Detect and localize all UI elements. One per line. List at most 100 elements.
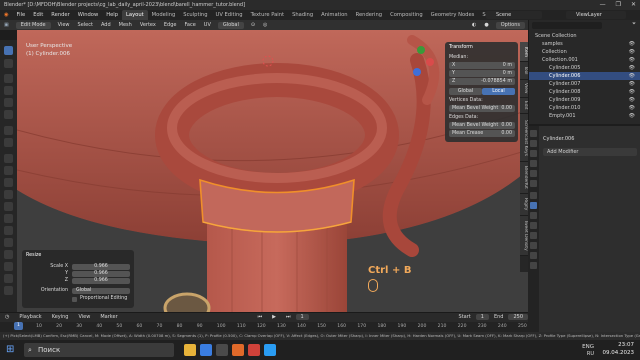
workspace-tab-animation[interactable]: Animation	[317, 10, 351, 20]
extrude-tool-icon[interactable]	[4, 154, 13, 163]
outliner-item[interactable]: Cylinder.007 👁	[529, 80, 640, 88]
visibility-eye-icon[interactable]: 👁	[629, 64, 638, 72]
play-icon[interactable]: ▶	[267, 314, 281, 320]
scale-tool-icon[interactable]	[4, 98, 13, 107]
menu-uv[interactable]: UV	[200, 22, 215, 28]
annotate-tool-icon[interactable]	[4, 126, 13, 135]
local-toggle[interactable]: Local	[482, 88, 515, 95]
start-frame-field[interactable]: 1	[475, 313, 489, 320]
playhead[interactable]: 1	[14, 322, 23, 330]
outliner-item[interactable]: Cylinder.009 👁	[529, 96, 640, 104]
constraints-properties-icon[interactable]	[530, 232, 537, 239]
rotate-tool-icon[interactable]	[4, 86, 13, 95]
visibility-eye-icon[interactable]: 👁	[629, 88, 638, 96]
proportional-editing-checkbox[interactable]	[72, 297, 77, 302]
select-box-tool-icon[interactable]	[4, 46, 13, 55]
render-properties-icon[interactable]	[530, 140, 537, 147]
visibility-eye-icon[interactable]: 👁	[629, 112, 638, 120]
proportional-icon[interactable]: ◎	[259, 22, 271, 28]
mean-crease-field[interactable]: Mean Crease 0.00	[449, 130, 515, 137]
world-properties-icon[interactable]	[530, 180, 537, 187]
blender-logo-icon[interactable]: ◉	[0, 10, 13, 20]
shear-tool-icon[interactable]	[4, 274, 13, 283]
menu-view-timeline[interactable]: View	[73, 314, 95, 320]
outliner-item[interactable]: Cylinder.010 👁	[529, 104, 640, 112]
maximize-button[interactable]: ❐	[616, 0, 621, 10]
move-tool-icon[interactable]	[4, 74, 13, 83]
view-layer-properties-icon[interactable]	[530, 160, 537, 167]
loop-cut-tool-icon[interactable]	[4, 190, 13, 199]
menu-select[interactable]: Select	[74, 22, 97, 28]
workspace-tab-layout[interactable]: Layout	[122, 10, 148, 20]
data-properties-icon[interactable]	[530, 242, 537, 249]
transform-section-title[interactable]: Transform	[449, 44, 473, 51]
language-indicator[interactable]: ENG	[582, 344, 594, 350]
filter-icon[interactable]: ⏷	[632, 21, 636, 27]
operator-title[interactable]: Resize	[26, 253, 41, 258]
inset-tool-icon[interactable]	[4, 166, 13, 175]
tab-tool[interactable]: Tool	[520, 62, 528, 80]
orientation-dropdown-field[interactable]: Global	[72, 288, 130, 294]
current-frame-field[interactable]: 1	[295, 313, 309, 320]
knife-tool-icon[interactable]	[4, 202, 13, 211]
median-y-field[interactable]: Y 0 m	[449, 70, 515, 77]
workspace-tab-uv-editing[interactable]: UV Editing	[212, 10, 247, 20]
snap-icon[interactable]: ⊙	[247, 22, 259, 28]
cursor-tool-icon[interactable]	[4, 59, 13, 68]
menu-keying[interactable]: Keying	[47, 314, 74, 320]
spin-tool-icon[interactable]	[4, 226, 13, 235]
rip-tool-icon[interactable]	[4, 286, 13, 295]
outliner-search-input[interactable]	[532, 22, 602, 29]
texture-properties-icon[interactable]	[530, 262, 537, 269]
measure-tool-icon[interactable]	[4, 138, 13, 147]
menu-mesh[interactable]: Mesh	[115, 22, 136, 28]
modifier-properties-icon[interactable]	[530, 202, 537, 209]
store-icon[interactable]	[216, 344, 228, 356]
menu-view[interactable]: View	[54, 22, 74, 28]
menu-render[interactable]: Render	[47, 10, 73, 20]
menu-add[interactable]: Add	[97, 22, 115, 28]
end-frame-field[interactable]: 250	[508, 313, 528, 320]
transform-tool-icon[interactable]	[4, 110, 13, 119]
tab-edit[interactable]: Edit	[520, 98, 528, 114]
outliner-item[interactable]: Cylinder.008 👁	[529, 88, 640, 96]
shrink-fatten-tool-icon[interactable]	[4, 262, 13, 271]
menu-marker[interactable]: Marker	[95, 314, 122, 320]
visibility-eye-icon[interactable]: 👁	[629, 40, 638, 48]
menu-edge[interactable]: Edge	[160, 22, 181, 28]
overlay-icon[interactable]: ◐	[468, 22, 480, 28]
menu-help[interactable]: Help	[102, 10, 122, 20]
workspace-tab-shading[interactable]: Shading	[288, 10, 317, 20]
tab-item[interactable]: Item	[520, 42, 528, 62]
vertex-bevel-weight-field[interactable]: Mean Bevel Weight 0.00	[449, 105, 515, 112]
tab-screencast-keys[interactable]: Screencast Keys	[520, 114, 528, 162]
physics-properties-icon[interactable]	[530, 222, 537, 229]
particles-properties-icon[interactable]	[530, 212, 537, 219]
telegram-icon[interactable]	[264, 344, 276, 356]
bevel-tool-icon[interactable]	[4, 178, 13, 187]
menu-face[interactable]: Face	[180, 22, 199, 28]
workspace-tab-geometry-nodes[interactable]: Geometry Nodes	[427, 10, 479, 20]
outliner-item[interactable]: Scene Collection	[529, 32, 640, 40]
taskbar-clock[interactable]: 23:07 09.04.2023	[603, 341, 635, 357]
edge-browser-icon[interactable]	[200, 344, 212, 356]
mode-dropdown[interactable]: Edit Mode	[15, 21, 51, 29]
shading-solid-icon[interactable]: ●	[480, 22, 492, 28]
timeline-ruler[interactable]: 1102030405060708090100110120130140150160…	[0, 322, 528, 332]
workspace-tab-modeling[interactable]: Modeling	[148, 10, 180, 20]
taskbar-search-input[interactable]: Поиск	[24, 343, 174, 357]
visibility-eye-icon[interactable]: 👁	[629, 96, 638, 104]
options-dropdown[interactable]: Options	[495, 21, 525, 29]
outliner-item[interactable]: Collection 👁	[529, 48, 640, 56]
add-modifier-button[interactable]: Add Modifier	[543, 148, 637, 156]
view-layer-selector[interactable]: ViewLayer	[566, 11, 626, 19]
output-properties-icon[interactable]	[530, 150, 537, 157]
orientation-dropdown[interactable]: Global	[217, 21, 244, 29]
smooth-tool-icon[interactable]	[4, 238, 13, 247]
outliner-item[interactable]: Cylinder.005 👁	[529, 64, 640, 72]
file-explorer-icon[interactable]	[184, 344, 196, 356]
windows-start-icon[interactable]: ⊞	[6, 344, 18, 356]
edge-slide-tool-icon[interactable]	[4, 250, 13, 259]
blender-app-icon[interactable]	[232, 344, 244, 356]
workspace-tab-compositing[interactable]: Compositing	[386, 10, 427, 20]
